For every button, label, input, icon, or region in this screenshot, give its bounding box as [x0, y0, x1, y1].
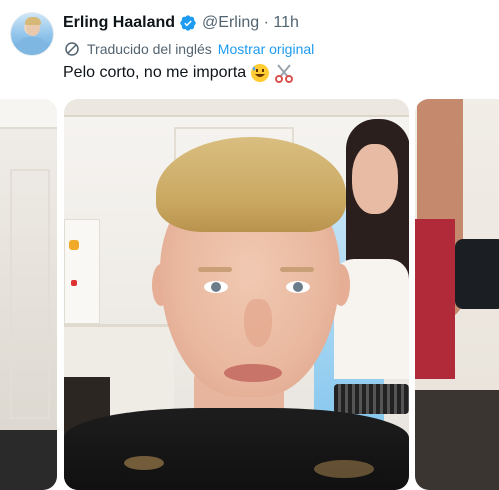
show-original-link[interactable]: Mostrar original: [218, 41, 314, 57]
translation-row: Traducido del inglés Mostrar original: [63, 40, 314, 58]
photo-right-cape: [415, 390, 499, 490]
stylist-face: [352, 144, 398, 214]
scene-chair: [334, 384, 409, 414]
photo-left-panel: [10, 169, 50, 419]
subject-brow-right: [280, 267, 314, 272]
verified-badge-icon[interactable]: [179, 14, 197, 32]
avatar-shirt: [17, 37, 47, 55]
photo-right-shirt: [415, 219, 455, 379]
photo-left-partial[interactable]: [0, 99, 57, 490]
subject-eye-right: [286, 281, 310, 293]
subject-nose: [244, 299, 272, 347]
avatar-hair: [25, 17, 41, 25]
scissors-emoji-icon: [274, 63, 294, 83]
subject-eye-left: [204, 281, 228, 293]
tweet-text-row: Pelo corto, no me importa: [63, 63, 294, 83]
artwork-stroke-red: [71, 280, 77, 286]
hair-clippings: [314, 460, 374, 478]
handle-and-time[interactable]: @Erling · 11h: [202, 14, 299, 32]
photo-right-partial[interactable]: [415, 99, 499, 490]
photo-left-cape: [0, 430, 57, 490]
avatar[interactable]: [10, 12, 54, 56]
media-carousel[interactable]: [0, 99, 499, 490]
subject-mouth: [224, 364, 282, 382]
tweet-text: Pelo corto, no me importa: [63, 64, 247, 81]
photo-right-camera: [455, 239, 499, 309]
tweet-header: Erling Haaland @Erling · 11h: [63, 12, 299, 34]
hair-clippings: [124, 456, 164, 470]
scene-artwork: [64, 219, 100, 324]
grinning-sweat-emoji-icon: [250, 63, 270, 83]
translation-note: Traducido del inglés: [87, 41, 212, 57]
artwork-stroke-orange: [69, 240, 79, 250]
barber-cape: [64, 408, 409, 490]
author-name[interactable]: Erling Haaland: [63, 14, 175, 32]
photo-main-selfie[interactable]: [64, 99, 409, 490]
translate-globe-icon: [63, 40, 81, 58]
scene-ceiling: [64, 99, 409, 117]
subject-brow-left: [198, 267, 232, 272]
photo-left-molding: [0, 99, 57, 129]
